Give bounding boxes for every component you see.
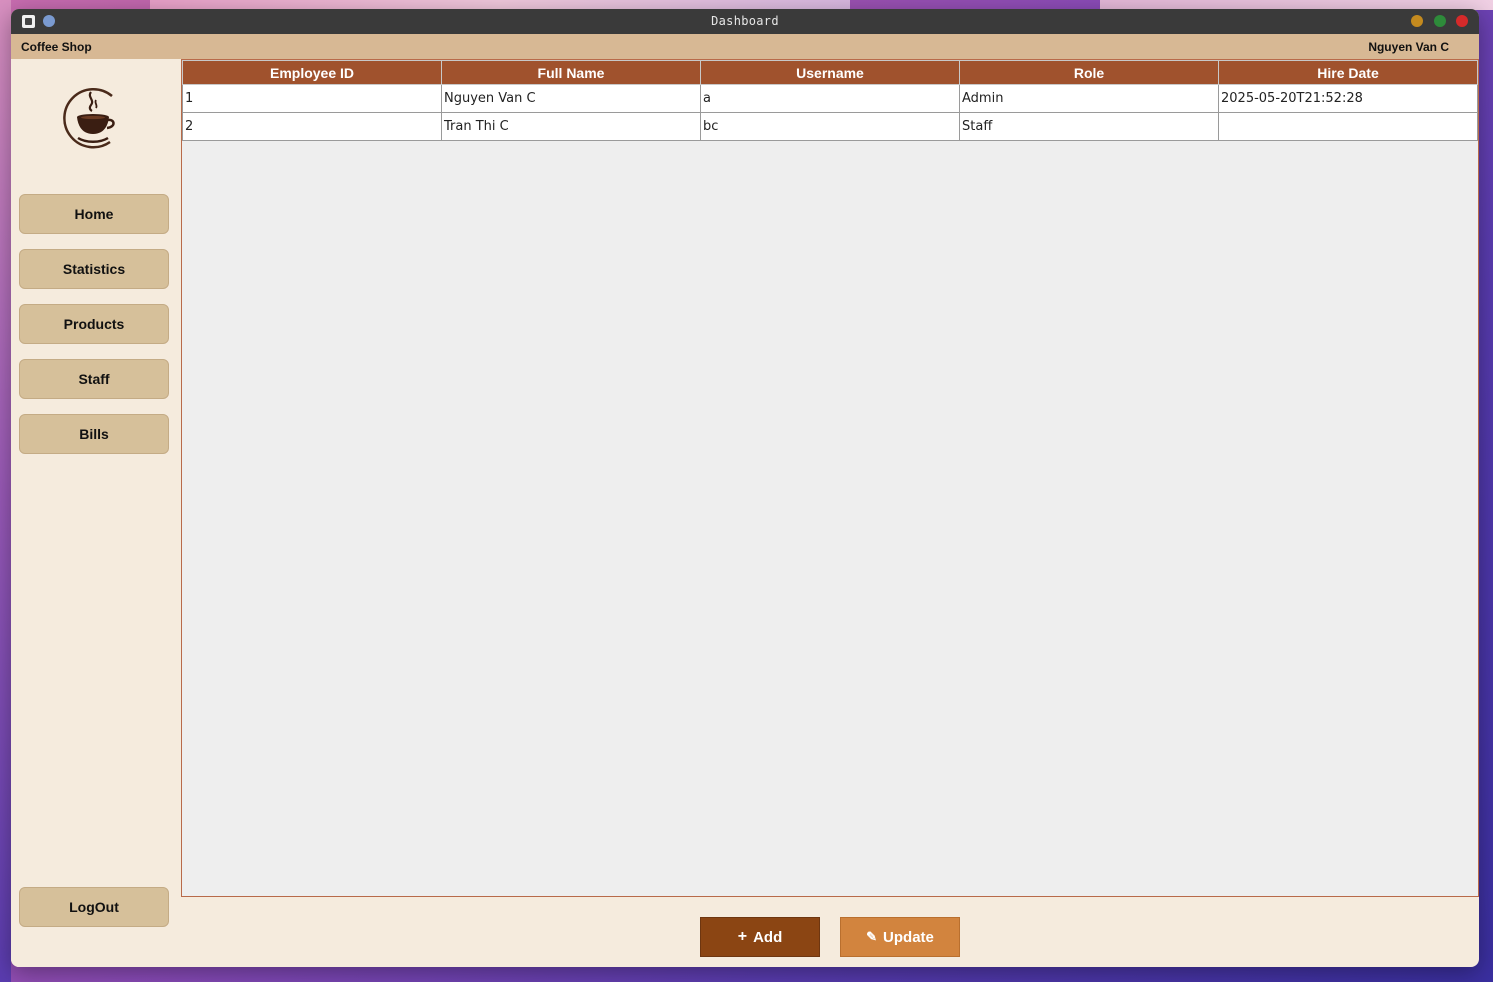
cell-full-name[interactable]: Tran Thi C bbox=[441, 112, 701, 141]
cell-hire-date[interactable] bbox=[1218, 112, 1478, 141]
top-bar: Coffee Shop Nguyen Van C bbox=[11, 34, 1479, 59]
plus-icon: + bbox=[737, 928, 748, 945]
sidebar-item-bills[interactable]: Bills bbox=[19, 414, 169, 454]
column-header-employee-id[interactable]: Employee ID bbox=[182, 60, 442, 85]
table-row[interactable]: 1 Nguyen Van C a Admin 2025-05-20T21:52:… bbox=[182, 84, 1478, 113]
minimize-button[interactable] bbox=[1411, 15, 1423, 27]
column-header-hire-date[interactable]: Hire Date bbox=[1218, 60, 1478, 85]
cell-role[interactable]: Staff bbox=[959, 112, 1219, 141]
coffee-cup-icon bbox=[63, 88, 115, 149]
add-button[interactable]: + Add bbox=[700, 917, 820, 957]
window-title: Dashboard bbox=[711, 14, 779, 28]
add-button-label: Add bbox=[753, 928, 783, 946]
desktop-background-left bbox=[0, 0, 11, 982]
table-row[interactable]: 2 Tran Thi C bc Staff bbox=[182, 112, 1478, 141]
brand-label: Coffee Shop bbox=[21, 40, 92, 54]
pencil-icon: ✎ bbox=[866, 929, 878, 944]
app-window: Dashboard Coffee Shop Nguyen Van C Home … bbox=[11, 9, 1479, 967]
sidebar: Home Statistics Products Staff Bills Log… bbox=[11, 59, 181, 967]
current-user-label: Nguyen Van C bbox=[1368, 40, 1449, 54]
staff-table: Employee ID Full Name Username Role Hire… bbox=[182, 60, 1478, 141]
logout-button[interactable]: LogOut bbox=[19, 887, 169, 927]
column-header-role[interactable]: Role bbox=[959, 60, 1219, 85]
sidebar-item-staff[interactable]: Staff bbox=[19, 359, 169, 399]
staff-table-container[interactable]: Employee ID Full Name Username Role Hire… bbox=[181, 59, 1479, 897]
column-header-username[interactable]: Username bbox=[700, 60, 960, 85]
cell-employee-id[interactable]: 2 bbox=[182, 112, 442, 141]
sidebar-item-statistics[interactable]: Statistics bbox=[19, 249, 169, 289]
cell-username[interactable]: a bbox=[700, 84, 960, 113]
update-button-label: Update bbox=[883, 928, 934, 946]
column-header-full-name[interactable]: Full Name bbox=[441, 60, 701, 85]
close-button[interactable] bbox=[1456, 15, 1468, 27]
cell-hire-date[interactable]: 2025-05-20T21:52:28 bbox=[1218, 84, 1478, 113]
update-button[interactable]: ✎ Update bbox=[840, 917, 960, 957]
sidebar-item-home[interactable]: Home bbox=[19, 194, 169, 234]
table-header-row: Employee ID Full Name Username Role Hire… bbox=[182, 60, 1478, 85]
maximize-button[interactable] bbox=[1434, 15, 1446, 27]
window-titlebar[interactable]: Dashboard bbox=[11, 9, 1479, 34]
cell-full-name[interactable]: Nguyen Van C bbox=[441, 84, 701, 113]
cell-employee-id[interactable]: 1 bbox=[182, 84, 442, 113]
sidebar-item-products[interactable]: Products bbox=[19, 304, 169, 344]
cell-role[interactable]: Admin bbox=[959, 84, 1219, 113]
cell-username[interactable]: bc bbox=[700, 112, 960, 141]
